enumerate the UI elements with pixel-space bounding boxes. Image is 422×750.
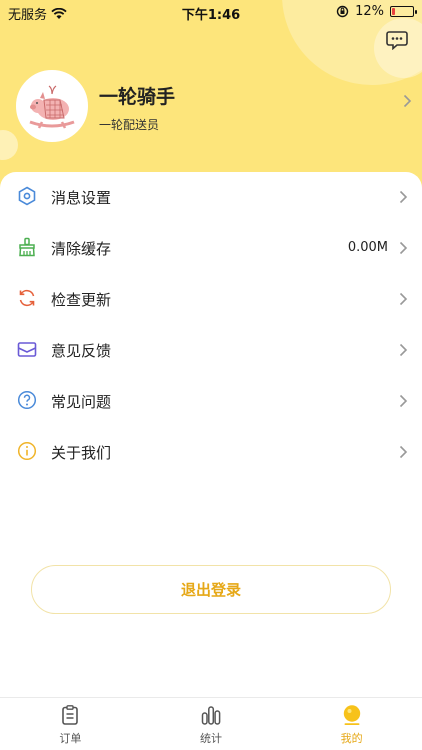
menu-label: 检查更新 (51, 291, 112, 309)
chevron-right-icon (399, 190, 408, 204)
settings-menu: 消息设置 清除缓存 0.00M 检查更新 意见反馈 常见问题 关于我们 (0, 172, 422, 478)
tab-label: 统计 (200, 732, 222, 745)
menu-item-clear-cache[interactable]: 清除缓存 0.00M (0, 223, 422, 274)
user-role: 一轮配送员 (99, 118, 160, 132)
tab-label: 我的 (340, 732, 363, 745)
bar-chart-icon (201, 706, 221, 725)
profile-header: 无服务 下午1:46 12% 一轮骑手 一轮配送员 (0, 0, 422, 200)
chevron-right-icon (403, 94, 412, 108)
menu-label: 意见反馈 (51, 342, 112, 360)
menu-label: 清除缓存 (51, 240, 112, 258)
chevron-right-icon (399, 343, 408, 357)
hexagon-settings-icon (18, 186, 36, 206)
chevron-right-icon (399, 445, 408, 459)
pig-logo-icon (18, 72, 86, 140)
settings-card: 消息设置 清除缓存 0.00M 检查更新 意见反馈 常见问题 关于我们 退出登录 (0, 172, 422, 750)
menu-item-feedback[interactable]: 意见反馈 (0, 325, 422, 376)
battery-percent: 12% (355, 4, 384, 19)
chevron-right-icon (399, 292, 408, 306)
profile-icon (343, 705, 360, 725)
chevron-right-icon (399, 394, 408, 408)
orientation-lock-icon (336, 5, 349, 18)
message-icon[interactable] (386, 30, 408, 50)
broom-icon (19, 237, 35, 257)
tab-label: 订单 (59, 732, 82, 745)
profile-row[interactable]: 一轮骑手 一轮配送员 (16, 70, 416, 144)
chevron-right-icon (399, 241, 408, 255)
clipboard-icon (62, 705, 79, 725)
mail-icon (17, 342, 37, 357)
menu-item-check-update[interactable]: 检查更新 (0, 274, 422, 325)
menu-item-about-us[interactable]: 关于我们 (0, 427, 422, 478)
user-name: 一轮骑手 (99, 86, 176, 108)
menu-item-faq[interactable]: 常见问题 (0, 376, 422, 427)
tab-mine[interactable]: 我的 (281, 698, 422, 750)
logout-button[interactable]: 退出登录 (31, 565, 391, 614)
info-icon (17, 441, 37, 461)
tab-stats[interactable]: 统计 (141, 698, 282, 750)
battery-icon (390, 6, 417, 17)
avatar[interactable] (16, 70, 88, 142)
menu-label: 常见问题 (51, 393, 112, 411)
tab-bar: 订单 统计 我的 (0, 697, 422, 750)
menu-label: 消息设置 (51, 189, 112, 207)
menu-item-message-settings[interactable]: 消息设置 (0, 172, 422, 223)
tab-orders[interactable]: 订单 (0, 698, 141, 750)
refresh-icon (19, 289, 35, 307)
cache-size-value: 0.00M (347, 240, 388, 255)
status-bar: 无服务 下午1:46 12% (0, 0, 422, 24)
menu-label: 关于我们 (51, 444, 112, 462)
question-icon (17, 390, 37, 410)
